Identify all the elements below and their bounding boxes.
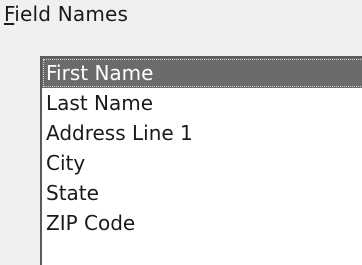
- list-item-state[interactable]: State: [42, 178, 362, 208]
- field-names-panel: Field Names First Name Last Name Address…: [0, 0, 362, 265]
- list-item-last-name[interactable]: Last Name: [42, 88, 362, 118]
- field-names-listbox[interactable]: First Name Last Name Address Line 1 City…: [40, 56, 362, 265]
- field-names-label: Field Names: [4, 2, 128, 26]
- list-item-zip-code[interactable]: ZIP Code: [42, 208, 362, 238]
- list-item-first-name[interactable]: First Name: [42, 58, 362, 88]
- list-item-address-line-1[interactable]: Address Line 1: [42, 118, 362, 148]
- list-item-city[interactable]: City: [42, 148, 362, 178]
- field-names-label-mnemonic: F: [4, 2, 15, 26]
- field-names-label-text: ield Names: [14, 2, 129, 26]
